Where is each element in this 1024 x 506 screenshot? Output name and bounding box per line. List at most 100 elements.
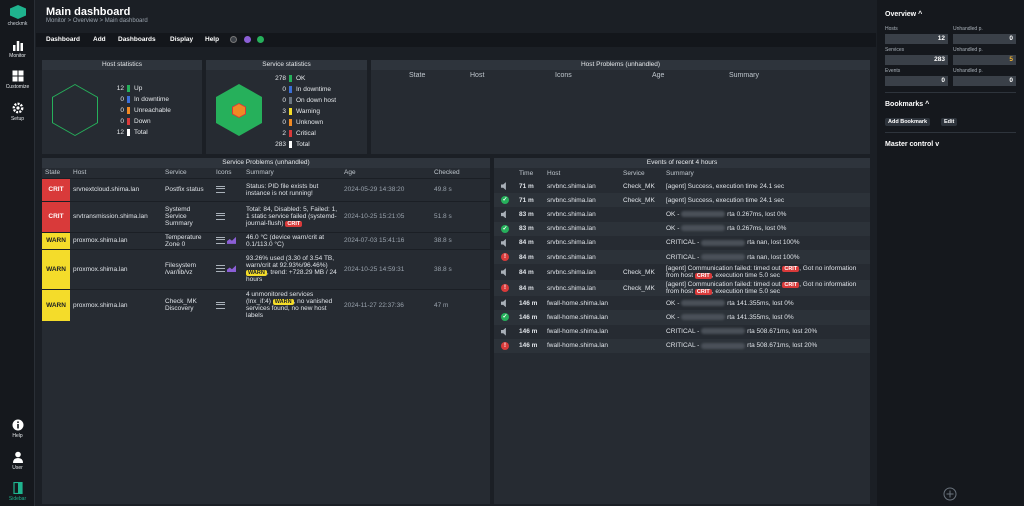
event-service[interactable]: Check_MK	[620, 179, 663, 193]
overview-header[interactable]: Overview ^	[885, 11, 922, 18]
event-row[interactable]: 146 m fwall-home.shima.lan OK - rta 141.35…	[494, 296, 870, 310]
menu-icon[interactable]	[216, 236, 225, 244]
host-stat-up[interactable]: 12 Up	[110, 85, 142, 92]
host-link[interactable]: srvnextcloud.shima.lan	[70, 178, 162, 201]
nav-help[interactable]: Help	[0, 419, 35, 439]
event-host[interactable]: srvbnc.shima.lan	[544, 264, 620, 280]
sound-icon[interactable]	[500, 238, 506, 247]
service-stat-downtime[interactable]: 0 In downtime	[272, 86, 331, 93]
nav-sidebar[interactable]: Sidebar	[0, 482, 35, 502]
overview-events-value[interactable]: 0	[885, 76, 948, 86]
service-link[interactable]: Postfix status	[162, 178, 213, 201]
sound-icon[interactable]	[500, 327, 506, 336]
sp-col-summary[interactable]: Summary	[243, 168, 341, 178]
sound-icon[interactable]	[500, 268, 506, 277]
event-service[interactable]	[620, 296, 663, 310]
event-service[interactable]	[620, 339, 663, 353]
event-host[interactable]: srvbnc.shima.lan	[544, 222, 620, 236]
menu-icon[interactable]	[216, 265, 225, 273]
service-link[interactable]: Temperature Zone 0	[162, 232, 213, 249]
event-service[interactable]: Check_MK	[620, 280, 663, 296]
service-stat-total[interactable]: 283 Total	[272, 141, 310, 148]
nav-monitor[interactable]: Monitor	[0, 39, 35, 59]
menu-icon[interactable]	[216, 301, 225, 309]
event-host[interactable]: fwall-home.shima.lan	[544, 339, 620, 353]
event-row[interactable]: 84 m srvbnc.shima.lan CRITICAL - rta nan, …	[494, 236, 870, 250]
host-problems-col-state[interactable]: State	[409, 72, 425, 79]
service-stat-unknown[interactable]: 0 Unknown	[272, 119, 323, 126]
ev-col-summary[interactable]: Summary	[663, 168, 870, 179]
event-service[interactable]: Check_MK	[620, 264, 663, 280]
menu-help[interactable]: Help	[205, 36, 219, 43]
bookmarks-header[interactable]: Bookmarks ^	[885, 101, 929, 108]
host-stat-unreachable[interactable]: 0 Unreachable	[110, 107, 171, 114]
overview-services-value[interactable]: 283	[885, 55, 948, 65]
event-service[interactable]	[620, 207, 663, 221]
host-stat-downtime[interactable]: 0 In downtime	[110, 96, 169, 103]
graph-collection-icon[interactable]	[244, 36, 251, 43]
event-service[interactable]	[620, 325, 663, 339]
host-hexagon[interactable]	[52, 84, 98, 136]
ev-col-host[interactable]: Host	[544, 168, 620, 179]
moon-icon[interactable]	[230, 36, 237, 43]
menu-add[interactable]: Add	[93, 36, 106, 43]
service-stat-warning[interactable]: 3 Warning	[272, 108, 320, 115]
event-host[interactable]: srvbnc.shima.lan	[544, 280, 620, 296]
checkmk-logo-icon[interactable]	[10, 5, 26, 19]
event-row[interactable]: ! 84 m srvbnc.shima.lan CRITICAL - rta nan,…	[494, 249, 870, 265]
host-problems-col-icons[interactable]: Icons	[555, 72, 572, 79]
sp-col-host[interactable]: Host	[70, 168, 162, 178]
service-link[interactable]: Systemd Service Summary	[162, 201, 213, 232]
master-control-header[interactable]: Master control v	[885, 141, 939, 148]
service-stat-down-host[interactable]: 0 On down host	[272, 97, 336, 104]
service-hexagon[interactable]	[216, 84, 262, 136]
event-row[interactable]: 83 m srvbnc.shima.lan OK - rta 0.267ms, lo…	[494, 207, 870, 221]
menu-list-icon[interactable]	[257, 36, 264, 43]
overview-hosts-unhandled-value[interactable]: 0	[953, 34, 1016, 44]
overview-hosts-value[interactable]: 12	[885, 34, 948, 44]
event-row[interactable]: ! 84 m srvbnc.shima.lan Check_MK [agent] Com…	[494, 280, 870, 297]
menu-icon[interactable]	[216, 185, 225, 193]
menu-display[interactable]: Display	[170, 36, 193, 43]
service-link[interactable]: Check_MK Discovery	[162, 289, 213, 321]
event-host[interactable]: srvbnc.shima.lan	[544, 236, 620, 250]
nav-setup[interactable]: Setup	[0, 102, 35, 122]
sound-icon[interactable]	[500, 210, 506, 219]
sound-icon[interactable]	[500, 299, 506, 308]
event-service[interactable]	[620, 310, 663, 324]
menu-icon[interactable]	[216, 212, 225, 220]
event-row[interactable]: 146 m fwall-home.shima.lan CRITICAL - rta …	[494, 325, 870, 339]
event-row[interactable]: ✓ 146 m fwall-home.shima.lan OK - rta 141.3…	[494, 310, 870, 325]
sp-col-state[interactable]: State	[42, 168, 70, 178]
event-host[interactable]: fwall-home.shima.lan	[544, 296, 620, 310]
host-link[interactable]: proxmox.shima.lan	[70, 232, 162, 249]
ev-col-time[interactable]: Time	[516, 168, 544, 179]
sound-icon[interactable]	[500, 182, 506, 191]
service-link[interactable]: Filesystem /var/lib/vz	[162, 249, 213, 289]
event-host[interactable]: srvbnc.shima.lan	[544, 179, 620, 193]
graph-icon[interactable]	[227, 236, 236, 244]
menu-dashboards[interactable]: Dashboards	[118, 36, 156, 43]
overview-services-unhandled-value[interactable]: 5	[953, 55, 1016, 65]
host-problems-col-host[interactable]: Host	[470, 72, 484, 79]
event-host[interactable]: srvbnc.shima.lan	[544, 250, 620, 264]
event-row[interactable]: 71 m srvbnc.shima.lan Check_MK [agent] Succ…	[494, 179, 870, 193]
nav-customize[interactable]: Customize	[0, 70, 35, 90]
event-host[interactable]: srvbnc.shima.lan	[544, 207, 620, 221]
overview-events-unhandled-value[interactable]: 0	[953, 76, 1016, 86]
event-service[interactable]: Check_MK	[620, 193, 663, 207]
host-problems-col-summary[interactable]: Summary	[729, 72, 759, 79]
host-stat-total[interactable]: 12 Total	[110, 129, 148, 136]
host-stat-down[interactable]: 0 Down	[110, 118, 151, 125]
host-link[interactable]: srvtransmission.shima.lan	[70, 201, 162, 232]
sp-col-age[interactable]: Age	[341, 168, 431, 178]
ev-col-service[interactable]: Service	[620, 168, 663, 179]
event-service[interactable]	[620, 236, 663, 250]
event-row[interactable]: ✓ 71 m srvbnc.shima.lan Check_MK [agent] Suc…	[494, 193, 870, 208]
sp-col-icons[interactable]: Icons	[213, 168, 243, 178]
event-service[interactable]	[620, 250, 663, 264]
event-service[interactable]	[620, 222, 663, 236]
menu-dashboard[interactable]: Dashboard	[46, 36, 80, 43]
sp-col-checked[interactable]: Checked	[431, 168, 490, 178]
service-stat-critical[interactable]: 2 Critical	[272, 130, 316, 137]
